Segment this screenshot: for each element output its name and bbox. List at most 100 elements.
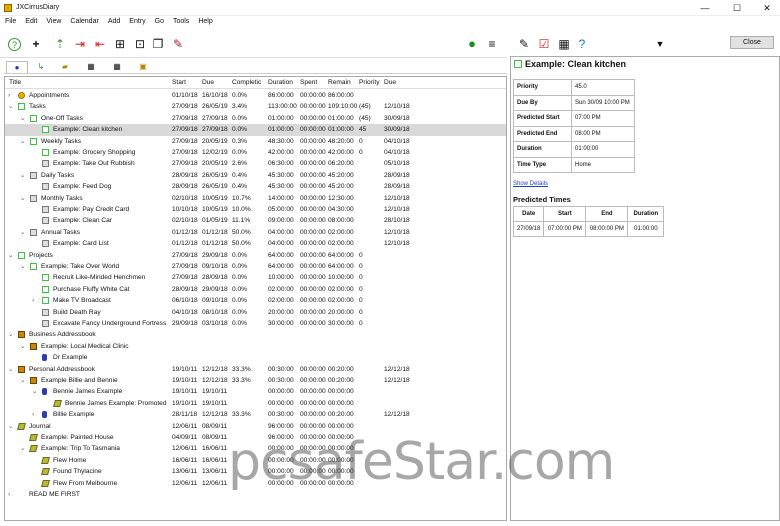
tree-row[interactable]: ⌄ Bennie James Example 19/10/11 19/10/11 00:… <box>5 386 506 397</box>
cell-start: 19/10/11 <box>172 388 198 396</box>
expander-icon[interactable]: ⌄ <box>20 136 26 147</box>
col-completion[interactable]: Completic <box>232 77 261 88</box>
tab-month-icon[interactable]: ▣ <box>132 61 154 73</box>
chevron-down-icon[interactable]: ▼ <box>652 36 668 52</box>
tree-row[interactable]: ⌄ Tasks 27/09/18 26/05/19 3.4% 113:00:00 00:00… <box>5 101 506 112</box>
expander-icon[interactable]: › <box>32 295 34 306</box>
help-icon[interactable]: ? <box>8 38 21 51</box>
menu-tools[interactable]: Tools <box>168 16 193 25</box>
tree-row[interactable]: › Make TV Broadcast 06/10/18 09/10/18 0.0% 02… <box>5 295 506 306</box>
menu-calendar[interactable]: Calendar <box>65 16 102 25</box>
minimize-button[interactable]: — <box>690 0 720 16</box>
cell-start: 27/09/18 <box>172 126 198 134</box>
tree-row[interactable]: ⌄ Annual Tasks 01/12/18 01/12/18 50.0% 04:00:… <box>5 227 506 238</box>
tree-row[interactable]: Dr Example <box>5 352 506 363</box>
tree-row[interactable]: ⌄ Personal Addressbook 19/10/11 12/12/18 33.… <box>5 364 506 375</box>
col-spent[interactable]: Spent <box>300 77 317 88</box>
expander-icon[interactable]: › <box>32 409 34 420</box>
tree-row[interactable]: › Billie Example 28/11/18 12/12/18 33.3% 00:3… <box>5 409 506 420</box>
add-icon[interactable]: + <box>28 36 44 52</box>
tab-people-icon[interactable]: ● <box>6 61 28 73</box>
tree-row[interactable]: Example: Grocery Shopping 27/09/18 12/02/1… <box>5 147 506 158</box>
menu-add[interactable]: Add <box>103 16 124 25</box>
delete-icon[interactable]: ✎ <box>170 36 186 52</box>
tree-row[interactable]: ⌄ Example: Take Over World 27/09/18 09/10/1… <box>5 261 506 272</box>
tree-row[interactable]: ⌄ Journal 12/06/11 08/09/11 96:00:00 00:00:00… <box>5 421 506 432</box>
tab-day-icon[interactable]: ▦ <box>80 61 102 73</box>
tree-row[interactable]: Bennie James Example: Promoted 19/10/11 19… <box>5 398 506 409</box>
expander-icon[interactable]: ⌄ <box>20 227 26 238</box>
insert-child-icon[interactable]: ⊡ <box>132 36 148 52</box>
tree-row[interactable]: Example: Clean Car 02/10/18 01/05/19 11.1% 0… <box>5 215 506 226</box>
tree-row[interactable]: ⌄ Example: Local Medical Clinic <box>5 341 506 352</box>
close-window-button[interactable]: ✕ <box>752 0 780 16</box>
prop-key: Time Type <box>513 156 572 173</box>
insert-after-icon[interactable]: ⊞ <box>112 36 128 52</box>
expander-icon[interactable]: ⌄ <box>20 375 26 386</box>
expander-icon[interactable]: ⌄ <box>20 443 26 454</box>
tree-row[interactable]: ⌄ Business Addressbook <box>5 329 506 340</box>
move-right-icon[interactable]: ⇥ <box>72 36 88 52</box>
tree-row[interactable]: Example: Pay Credit Card 10/10/18 10/05/19… <box>5 204 506 215</box>
expander-icon[interactable]: ⌄ <box>20 193 26 204</box>
expander-icon[interactable]: ⌄ <box>8 421 14 432</box>
expander-icon[interactable]: ⌄ <box>8 101 14 112</box>
col-due[interactable]: Due <box>202 77 214 88</box>
expander-icon[interactable]: ⌄ <box>20 261 26 272</box>
tree-row[interactable]: ⌄ Daily Tasks 28/09/18 26/05/19 0.4% 45:30:00… <box>5 170 506 181</box>
edit-note-icon[interactable]: ✎ <box>516 36 532 52</box>
tree-row[interactable]: ⌄ Projects 27/09/18 29/09/18 0.0% 64:00:00 00:… <box>5 250 506 261</box>
expander-icon[interactable]: › <box>8 489 10 500</box>
col-remain[interactable]: Remain <box>328 77 351 88</box>
tab-journal-icon[interactable]: ▰ <box>54 61 76 73</box>
info-icon[interactable]: ? <box>574 36 590 52</box>
show-details-link[interactable]: Show Details <box>513 181 548 187</box>
expander-icon[interactable]: ⌄ <box>20 113 26 124</box>
tab-week-icon[interactable]: ▦ <box>106 61 128 73</box>
tree-row[interactable]: Recruit Like-Minded Henchmen 27/09/18 28/0… <box>5 272 506 283</box>
expander-icon[interactable]: ⌄ <box>20 170 26 181</box>
move-left-icon[interactable]: ⇤ <box>92 36 108 52</box>
menu-edit[interactable]: Edit <box>20 16 41 25</box>
gray-icon <box>42 308 49 316</box>
expander-icon[interactable]: ⌄ <box>8 329 14 340</box>
tree-row[interactable]: Example: Feed Dog 28/09/18 26/05/19 0.4% 45:… <box>5 181 506 192</box>
col-priority[interactable]: Priority <box>359 77 380 88</box>
expander-icon[interactable]: ⌄ <box>20 341 26 352</box>
col-due-date[interactable]: Due <box>384 77 396 88</box>
tree-row[interactable]: Example: Clean kitchen 27/09/18 27/09/18 0.… <box>5 124 506 136</box>
promote-icon[interactable]: ⇡ <box>52 36 68 52</box>
tree-row[interactable]: › Appointments 01/10/18 16/10/18 0.0% 86:00:0… <box>5 90 506 101</box>
sync-status-icon[interactable]: ● <box>464 36 480 52</box>
col-start[interactable]: Start <box>172 77 186 88</box>
cell-dur: 96:00:00 <box>268 422 294 430</box>
maximize-button[interactable]: ☐ <box>722 0 752 16</box>
tree-row[interactable]: ⌄ Monthly Tasks 02/10/18 10/05/19 10.7% 14:00… <box>5 193 506 204</box>
col-duration[interactable]: Duration <box>268 77 293 88</box>
tree-row[interactable]: ⌄ Example Billie and Bennie 19/10/11 12/12/… <box>5 375 506 386</box>
check-icon[interactable]: ☑ <box>536 36 552 52</box>
expander-icon[interactable]: ⌄ <box>8 364 14 375</box>
tree-row[interactable]: ⌄ One-Off Tasks 27/09/18 27/09/18 0.0% 01:00:… <box>5 113 506 124</box>
tree-row[interactable]: Purchase Fluffy White Cat 28/09/18 29/09/1… <box>5 284 506 295</box>
menu-file[interactable]: File <box>0 16 20 25</box>
tree-row[interactable]: Excavate Fancy Underground Fortress 29/09… <box>5 318 506 329</box>
copy-icon[interactable]: ❐ <box>150 36 166 52</box>
tree-row[interactable]: Example: Card List 01/12/18 01/12/18 50.0% 0… <box>5 238 506 249</box>
expander-icon[interactable]: ⌄ <box>8 250 14 261</box>
calendar-icon[interactable]: ▦ <box>556 36 572 52</box>
expander-icon[interactable]: ⌄ <box>32 386 38 397</box>
detail-close-button[interactable]: Close <box>730 36 774 49</box>
col-title[interactable]: Title <box>9 77 21 88</box>
tab-tasks-icon[interactable]: ↳ <box>30 61 52 73</box>
menu-help[interactable]: Help <box>193 16 216 25</box>
menu-entry[interactable]: Entry <box>124 16 149 25</box>
pred-col-start: Start <box>543 206 587 222</box>
tree-row[interactable]: Build Death Ray 04/10/18 08/10/18 0.0% 20:00… <box>5 307 506 318</box>
expander-icon[interactable]: › <box>8 90 10 101</box>
menu-view[interactable]: View <box>41 16 65 25</box>
tree-row[interactable]: Example: Take Out Rubbish 27/09/18 20/05/1… <box>5 158 506 169</box>
hamburger-menu-icon[interactable]: ≡ <box>484 36 500 52</box>
tree-row[interactable]: ⌄ Weekly Tasks 27/09/18 20/05/19 0.3% 48:30:0… <box>5 136 506 147</box>
menu-go[interactable]: Go <box>150 16 168 25</box>
